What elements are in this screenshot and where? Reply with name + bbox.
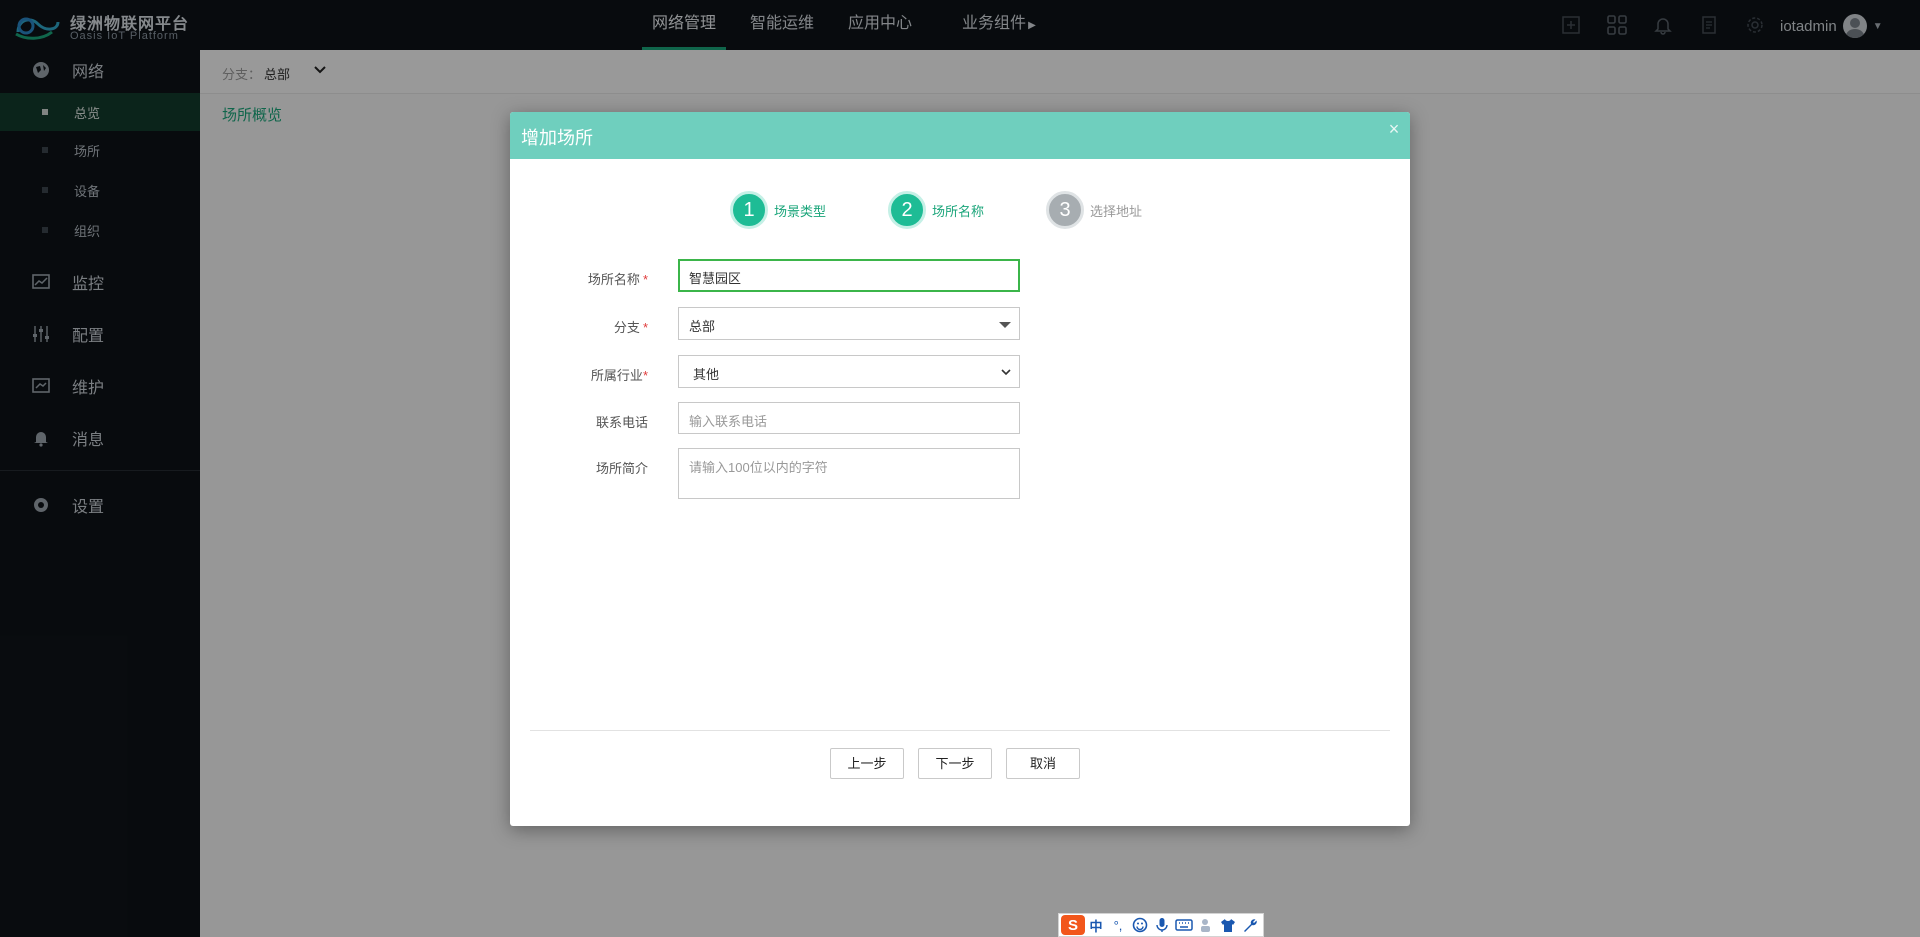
dropdown-arrow-icon: [999, 322, 1011, 328]
dialog-title: 增加场所: [521, 128, 593, 148]
step-label: 选择地址: [1090, 203, 1143, 219]
step-label: 场所名称: [932, 203, 985, 219]
branch-field-label: 分支 *: [510, 317, 648, 336]
form-row-branch: 分支 * 总部: [510, 307, 1410, 341]
required-mark: *: [642, 368, 648, 383]
required-mark: *: [642, 272, 648, 287]
label-text: 场所名称: [587, 272, 640, 287]
step-label: 场景类型: [774, 203, 827, 219]
handwriting-icon[interactable]: [1195, 914, 1217, 936]
ime-toolbar: S 中 °,: [1058, 913, 1264, 937]
phone-placeholder: 输入联系电话: [689, 414, 768, 429]
industry-select[interactable]: 其他: [678, 355, 1020, 388]
ime-punctuation-toggle[interactable]: °,: [1107, 914, 1129, 936]
close-icon[interactable]: ×: [1386, 120, 1402, 138]
emoji-icon[interactable]: [1129, 914, 1151, 936]
tools-wrench-icon[interactable]: [1239, 914, 1261, 936]
microphone-icon[interactable]: [1151, 914, 1173, 936]
site-name-value: 智慧园区: [689, 271, 742, 286]
intro-label: 场所简介: [595, 461, 648, 476]
dialog-header: 增加场所 ×: [510, 112, 1410, 159]
label-text: 分支: [613, 320, 640, 335]
intro-placeholder: 请输入100位以内的字符: [689, 460, 828, 475]
prev-step-button[interactable]: 上一步: [830, 748, 904, 779]
branch-select[interactable]: 总部: [678, 307, 1020, 340]
form-row-intro: 场所简介 请输入100位以内的字符: [510, 448, 1410, 500]
cancel-button[interactable]: 取消: [1006, 748, 1080, 779]
step-site-name: 2 场所名称: [888, 190, 984, 230]
next-step-button[interactable]: 下一步: [918, 748, 992, 779]
label-text: 所属行业: [590, 368, 643, 383]
form-row-site-name: 场所名称 * 智慧园区: [510, 259, 1410, 293]
ime-mode-toggle[interactable]: 中: [1085, 914, 1107, 936]
intro-textarea[interactable]: 请输入100位以内的字符: [678, 448, 1020, 499]
step-scene-type: 1 场景类型: [730, 190, 826, 230]
step-number: 2: [888, 191, 926, 229]
industry-label: 所属行业*: [510, 365, 648, 384]
add-site-dialog: 增加场所 × 1 场景类型 2 场所名称 3 选择地址 场所名称 * 智慧园区 分…: [510, 112, 1410, 826]
step-number: 3: [1046, 191, 1084, 229]
form-row-phone: 联系电话 输入联系电话: [510, 402, 1410, 436]
keyboard-icon[interactable]: [1173, 914, 1195, 936]
phone-label: 联系电话: [595, 415, 648, 430]
industry-select-value: 其他: [693, 367, 720, 382]
site-name-input[interactable]: 智慧园区: [678, 259, 1020, 292]
form-row-industry: 所属行业* 其他: [510, 355, 1410, 389]
required-mark: *: [642, 320, 648, 335]
dialog-footer-divider: [530, 730, 1390, 731]
branch-select-value: 总部: [689, 319, 716, 334]
skin-shirt-icon[interactable]: [1217, 914, 1239, 936]
sogou-logo-icon[interactable]: S: [1061, 915, 1085, 935]
phone-input[interactable]: 输入联系电话: [678, 402, 1020, 434]
step-indicator: 1 场景类型 2 场所名称 3 选择地址: [730, 190, 1190, 230]
chevron-down-icon: [1001, 369, 1011, 376]
site-name-label: 场所名称 *: [510, 269, 648, 288]
step-number: 1: [730, 191, 768, 229]
step-select-address: 3 选择地址: [1046, 190, 1142, 230]
